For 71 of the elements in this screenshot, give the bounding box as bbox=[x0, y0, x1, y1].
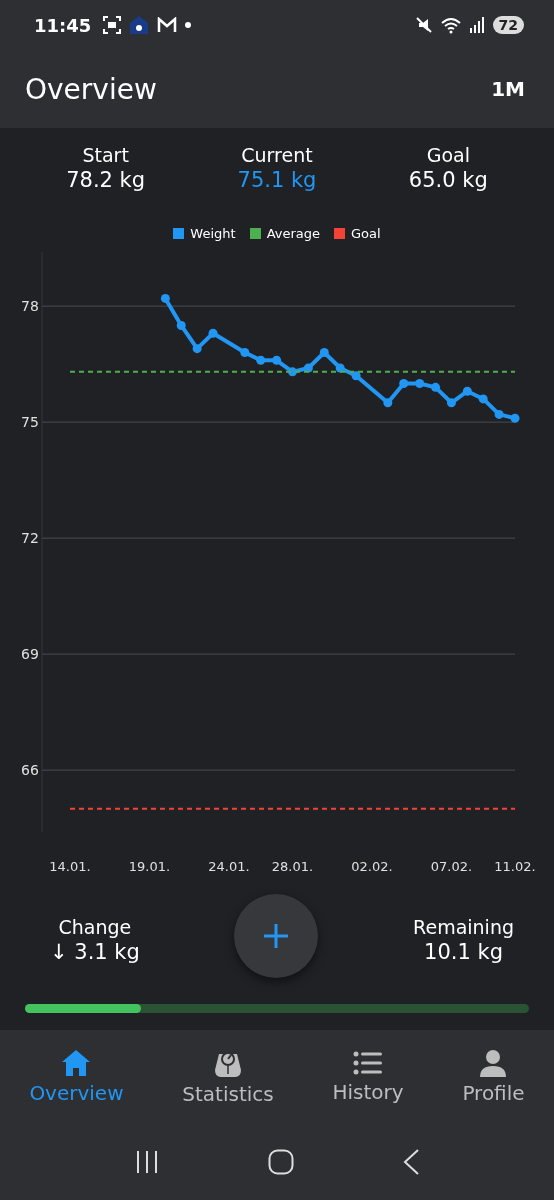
data-point bbox=[319, 348, 329, 358]
axis-label: 24.01. bbox=[208, 859, 250, 874]
data-point bbox=[240, 348, 250, 358]
data-point bbox=[399, 378, 409, 388]
nav-tab[interactable]: History bbox=[332, 1050, 404, 1104]
axis-label: 66 bbox=[21, 762, 39, 779]
signal-icon bbox=[468, 17, 485, 33]
legend-label: Weight bbox=[190, 225, 236, 241]
axis-label: 75 bbox=[21, 414, 39, 431]
summary-value: ↓ 3.1 kg bbox=[50, 940, 140, 964]
legend-swatch bbox=[173, 227, 185, 239]
home-icon bbox=[61, 1049, 92, 1077]
screenshot-icon bbox=[103, 16, 122, 34]
data-point bbox=[494, 409, 504, 419]
stat-value: 78.2 kg bbox=[66, 168, 146, 192]
data-point bbox=[176, 320, 186, 330]
data-point bbox=[510, 413, 520, 423]
dot-icon bbox=[185, 22, 192, 28]
summary-label: Change bbox=[58, 916, 132, 938]
nav-tab[interactable]: Overview bbox=[29, 1049, 124, 1105]
plus-icon bbox=[264, 924, 289, 948]
mail-icon bbox=[157, 17, 178, 33]
axis-label: 28.01. bbox=[271, 859, 314, 874]
home-button-icon[interactable] bbox=[268, 1149, 294, 1175]
data-point bbox=[192, 344, 202, 354]
wifi-icon bbox=[440, 16, 461, 34]
list-icon bbox=[353, 1050, 384, 1076]
data-point bbox=[303, 363, 313, 373]
stat-label: Goal bbox=[426, 144, 470, 166]
stat-value: 75.1 kg bbox=[237, 168, 317, 192]
mute-icon bbox=[414, 16, 433, 34]
legend-swatch bbox=[334, 227, 346, 239]
legend-label: Goal bbox=[351, 225, 381, 241]
data-point bbox=[415, 378, 425, 388]
data-point bbox=[383, 398, 393, 408]
data-point bbox=[272, 355, 282, 365]
screen-title: Overview bbox=[25, 72, 157, 106]
back-icon[interactable] bbox=[403, 1149, 420, 1175]
axis-label: 19.01. bbox=[128, 859, 171, 874]
stat-label: Current bbox=[241, 144, 313, 166]
person-icon bbox=[479, 1049, 508, 1077]
data-point bbox=[462, 386, 472, 396]
data-point bbox=[335, 363, 345, 373]
recents-icon[interactable] bbox=[134, 1150, 159, 1174]
data-point bbox=[478, 394, 488, 404]
stat-value: 65.0 kg bbox=[408, 168, 488, 192]
status-time: 11:45 bbox=[34, 14, 92, 36]
stat-label: Start bbox=[82, 144, 129, 166]
axis-label: 14.01. bbox=[49, 859, 91, 874]
nav-tab[interactable]: Statistics bbox=[182, 1048, 274, 1106]
data-point bbox=[208, 328, 218, 338]
house-icon bbox=[129, 15, 150, 35]
axis-label: 11.02. bbox=[494, 859, 536, 874]
data-point bbox=[288, 367, 297, 377]
data-point bbox=[256, 355, 266, 365]
axis-label: 69 bbox=[21, 646, 39, 663]
data-point bbox=[431, 382, 441, 392]
data-point bbox=[160, 293, 170, 303]
battery-level: 72 bbox=[492, 16, 524, 34]
legend-label: Average bbox=[266, 225, 321, 241]
data-point bbox=[351, 371, 361, 381]
axis-label: 78 bbox=[21, 298, 39, 315]
range-button[interactable]: 1M bbox=[491, 77, 525, 101]
data-point bbox=[446, 398, 456, 408]
legend-swatch bbox=[249, 227, 261, 239]
summary-label: Remaining bbox=[413, 916, 514, 938]
axis-label: 02.02. bbox=[351, 859, 393, 874]
axis-label: 07.02. bbox=[430, 859, 473, 874]
nav-tab[interactable]: Profile bbox=[462, 1049, 525, 1105]
axis-label: 72 bbox=[21, 530, 39, 547]
summary-value: 10.1 kg bbox=[424, 940, 503, 964]
